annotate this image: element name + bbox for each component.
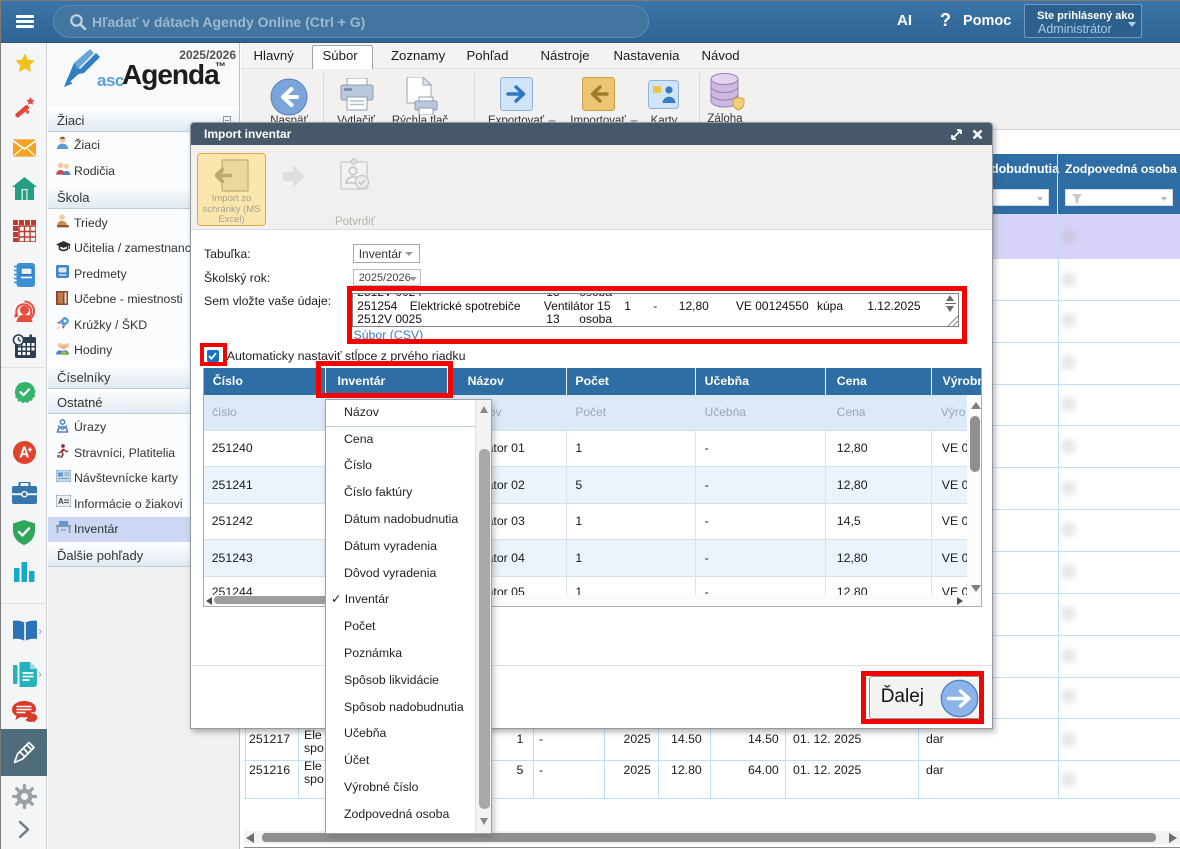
svg-text:A: A	[58, 497, 64, 506]
